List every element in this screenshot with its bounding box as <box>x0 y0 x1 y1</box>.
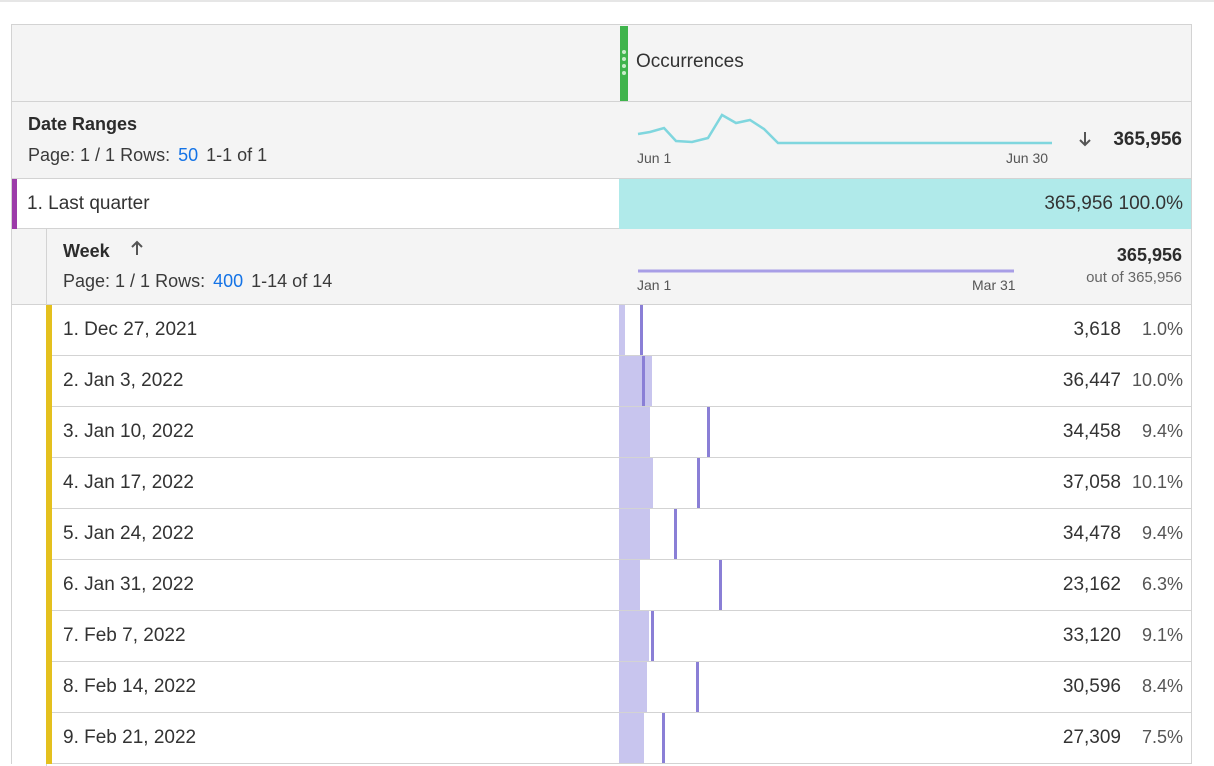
dimension-title[interactable]: Date Ranges <box>28 114 137 135</box>
row-bar <box>619 611 649 661</box>
row-bar-marker <box>696 662 699 712</box>
row-bar <box>619 509 650 559</box>
total-value: 365,956 <box>1116 245 1182 265</box>
row-color-accent <box>46 509 52 560</box>
row-bar <box>619 560 640 610</box>
rows-label: Rows: <box>120 145 171 165</box>
row-value: 33,120 <box>1062 625 1121 646</box>
row-percent: 8.4% <box>1141 676 1183 696</box>
table-row[interactable]: 7. Feb 7, 2022 33,120 9.1% <box>46 611 1191 662</box>
row-bar-marker <box>674 509 677 559</box>
row-color-accent <box>46 407 52 458</box>
row-color-accent <box>46 713 52 764</box>
row-bar <box>619 407 650 457</box>
arrow-up-icon[interactable] <box>130 240 144 261</box>
row-color-accent <box>46 458 52 509</box>
row-percent: 9.4% <box>1141 421 1183 441</box>
breakdown-header-week: Week Page: 1 / 1 Rows: 400 1-14 of 14 Jan … <box>12 229 1191 766</box>
row-bar-marker <box>640 305 643 355</box>
row-value: 30,596 <box>1062 676 1121 697</box>
dimension-header-date-ranges: Date Ranges Page: 1 / 1 Rows: 50 1-1 of 1 … <box>12 102 1191 179</box>
sparkline-end-label: Mar 31 <box>972 277 1016 293</box>
range-label: 1-14 of 14 <box>251 271 333 291</box>
table-row[interactable]: 4. Jan 17, 2022 37,058 10.1% <box>46 458 1191 509</box>
row-value: 37,058 <box>1062 472 1121 493</box>
row-bar-marker <box>662 713 665 763</box>
table-row[interactable]: 2. Jan 3, 2022 36,447 10.0% <box>46 356 1191 407</box>
page-label: Page: 1 / 1 <box>63 271 151 291</box>
total-out-of: out of 365,956 <box>1086 269 1182 286</box>
row-color-accent <box>46 560 52 611</box>
top-divider <box>0 0 1214 2</box>
row-color-accent <box>46 662 52 713</box>
row-label[interactable]: 7. Feb 7, 2022 <box>63 625 186 647</box>
row-label[interactable]: 8. Feb 14, 2022 <box>63 676 196 698</box>
row-percent: 10.0% <box>1131 370 1183 390</box>
row-bar <box>619 662 647 712</box>
row-bar <box>619 713 644 763</box>
rows-per-page-link[interactable]: 400 <box>213 271 243 291</box>
table-row[interactable]: 3. Jan 10, 2022 34,458 9.4% <box>46 407 1191 458</box>
row-value: 365,956 <box>1044 193 1113 214</box>
row-label[interactable]: 5. Jan 24, 2022 <box>63 523 194 545</box>
row-label[interactable]: 1. Last quarter <box>27 193 150 215</box>
row-label[interactable]: 3. Jan 10, 2022 <box>63 421 194 443</box>
sparkline-start-label: Jan 1 <box>637 277 672 293</box>
row-label[interactable]: 9. Feb 21, 2022 <box>63 727 196 749</box>
row-bar-marker <box>707 407 710 457</box>
row-value: 3,618 <box>1073 319 1121 340</box>
row-bar <box>619 458 653 508</box>
row-bar <box>619 305 625 355</box>
pagination: Page: 1 / 1 Rows: 400 1-14 of 14 <box>63 271 332 292</box>
arrow-down-icon[interactable] <box>1078 131 1092 152</box>
row-label[interactable]: 1. Dec 27, 2021 <box>63 319 197 341</box>
row-bar-marker <box>642 356 645 406</box>
row-value: 23,162 <box>1062 574 1121 595</box>
row-value: 34,478 <box>1062 523 1121 544</box>
row-value: 34,458 <box>1062 421 1121 442</box>
row-color-accent <box>46 356 52 407</box>
row-bar-marker <box>697 458 700 508</box>
rows-per-page-link[interactable]: 50 <box>178 145 198 165</box>
metric-title[interactable]: Occurrences <box>636 51 744 73</box>
row-bar <box>619 356 652 406</box>
row-color-accent <box>46 305 52 356</box>
drag-dots-icon <box>622 50 626 78</box>
sparkline <box>637 113 1052 145</box>
row-bar-marker <box>719 560 722 610</box>
row-value: 27,309 <box>1062 727 1121 748</box>
metric-drag-handle[interactable] <box>620 26 628 101</box>
table-row-last-quarter[interactable]: 1. Last quarter 365,956 100.0% <box>12 179 1191 229</box>
pagination: Page: 1 / 1 Rows: 50 1-1 of 1 <box>28 145 267 166</box>
table-row[interactable]: 5. Jan 24, 2022 34,478 9.4% <box>46 509 1191 560</box>
row-percent: 9.1% <box>1141 625 1183 645</box>
row-label[interactable]: 2. Jan 3, 2022 <box>63 370 183 392</box>
table-row[interactable]: 8. Feb 14, 2022 30,596 8.4% <box>46 662 1191 713</box>
row-percent: 10.1% <box>1131 472 1183 492</box>
row-percent: 9.4% <box>1141 523 1183 543</box>
row-label[interactable]: 6. Jan 31, 2022 <box>63 574 194 596</box>
row-label[interactable]: 4. Jan 17, 2022 <box>63 472 194 494</box>
sparkline <box>638 269 1014 273</box>
sparkline-end-label: Jun 30 <box>1006 150 1049 166</box>
row-color-accent <box>12 179 17 229</box>
row-percent: 7.5% <box>1141 727 1183 747</box>
range-label: 1-1 of 1 <box>206 145 268 165</box>
total-value: 365,956 <box>1113 129 1182 150</box>
table-row[interactable]: 1. Dec 27, 2021 3,618 1.0% <box>46 305 1191 356</box>
row-percent: 1.0% <box>1141 319 1183 339</box>
row-percent: 6.3% <box>1141 574 1183 594</box>
freeform-table: Occurrences Date Ranges Page: 1 / 1 Rows… <box>11 24 1192 766</box>
page-label: Page: 1 / 1 <box>28 145 116 165</box>
column-header: Occurrences <box>12 25 1191 102</box>
breakdown-title[interactable]: Week <box>63 241 110 262</box>
table-row[interactable]: 9. Feb 21, 2022 27,309 7.5% <box>46 713 1191 764</box>
row-bar-marker <box>651 611 654 661</box>
row-value: 36,447 <box>1062 370 1121 391</box>
sparkline-start-label: Jun 1 <box>637 150 672 166</box>
rows-label: Rows: <box>155 271 206 291</box>
table-row[interactable]: 6. Jan 31, 2022 23,162 6.3% <box>46 560 1191 611</box>
row-color-accent <box>46 611 52 662</box>
row-percent: 100.0% <box>1118 193 1183 214</box>
